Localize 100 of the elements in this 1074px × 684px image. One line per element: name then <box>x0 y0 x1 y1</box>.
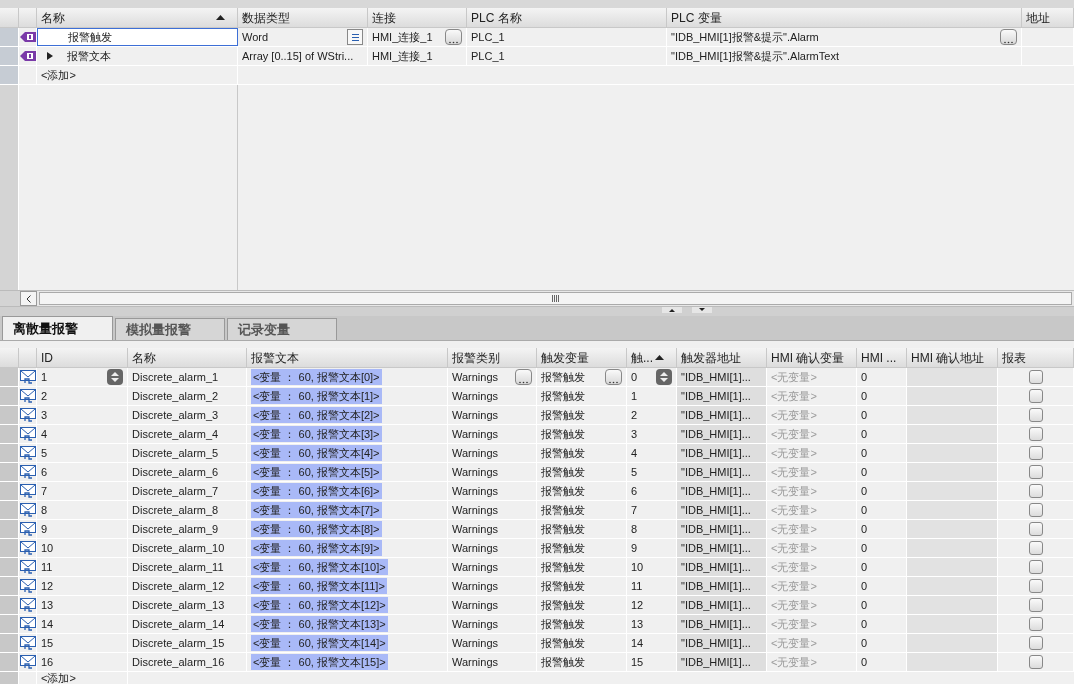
plc-name-cell: PLC_1 <box>467 28 667 46</box>
alarm-class-cell: Warnings <box>448 482 537 500</box>
row-header[interactable] <box>0 501 19 519</box>
row-header[interactable] <box>0 463 19 481</box>
browse-button[interactable] <box>515 369 532 385</box>
add-row-link[interactable]: <添加> <box>37 672 128 684</box>
add-row-link[interactable]: <添加> <box>37 66 238 84</box>
row-header[interactable] <box>0 539 19 557</box>
column-header[interactable]: PLC 名称 <box>467 8 667 27</box>
row-header[interactable] <box>0 368 19 386</box>
tab[interactable]: 模拟量报警 <box>115 318 225 340</box>
report-checkbox[interactable] <box>1028 389 1043 403</box>
column-header[interactable]: PLC 变量 <box>667 8 1022 27</box>
alarm-icon <box>19 446 36 460</box>
row-header[interactable] <box>0 482 19 500</box>
tag-name-cell[interactable]: 报警触发 <box>37 28 238 46</box>
alarm-class-cell: Warnings <box>448 368 537 386</box>
column-header[interactable]: 名称 <box>128 348 247 367</box>
ellipsis-icon <box>1004 41 1013 44</box>
alarm-name-cell: Discrete_alarm_8 <box>128 501 247 519</box>
list-button[interactable] <box>347 29 363 45</box>
row-header[interactable] <box>0 425 19 443</box>
collapse-up-icon[interactable] <box>662 307 682 313</box>
report-checkbox[interactable] <box>1028 560 1043 574</box>
row-header[interactable] <box>0 558 19 576</box>
trigger-address-cell: "IDB_HMI[1]... <box>677 406 767 424</box>
tab[interactable]: 记录变量 <box>227 318 337 340</box>
row-header[interactable] <box>0 444 19 462</box>
column-header[interactable]: 触发器地址 <box>677 348 767 367</box>
column-header[interactable]: 触... <box>627 348 677 367</box>
ack-tag-cell: <无变量> <box>767 539 857 557</box>
row-header[interactable] <box>0 406 19 424</box>
row-header[interactable] <box>0 653 19 671</box>
column-header[interactable]: 名称 <box>37 8 238 27</box>
trigger-tag-cell: 报警触发 <box>537 425 627 443</box>
trigger-address-cell: "IDB_HMI[1]... <box>677 539 767 557</box>
report-checkbox[interactable] <box>1028 655 1043 669</box>
alarm-name-cell: Discrete_alarm_16 <box>128 653 247 671</box>
report-checkbox[interactable] <box>1028 484 1043 498</box>
id-cell: 11 <box>37 558 128 576</box>
row-header[interactable] <box>0 520 19 538</box>
column-header[interactable]: HMI ... <box>857 348 907 367</box>
column-header[interactable]: 报表 <box>998 348 1074 367</box>
report-checkbox[interactable] <box>1028 636 1043 650</box>
tab[interactable]: 离散量报警 <box>2 316 113 340</box>
ack-tag-cell: <无变量> <box>767 596 857 614</box>
ack-tag-cell: <无变量> <box>767 653 857 671</box>
report-checkbox[interactable] <box>1028 541 1043 555</box>
trigger-address-cell: "IDB_HMI[1]... <box>677 615 767 633</box>
id-cell: 10 <box>37 539 128 557</box>
trigger-tag-cell: 报警触发 <box>537 463 627 481</box>
column-header[interactable]: 触发变量 <box>537 348 627 367</box>
report-checkbox[interactable] <box>1028 617 1043 631</box>
scroll-left-button[interactable] <box>20 291 37 306</box>
collapse-down-icon[interactable] <box>692 307 712 313</box>
report-checkbox[interactable] <box>1028 503 1043 517</box>
browse-button[interactable] <box>1000 29 1017 45</box>
alarm-icon <box>19 598 36 612</box>
report-checkbox[interactable] <box>1028 598 1043 612</box>
scrollbar-thumb[interactable] <box>39 292 1072 305</box>
column-header[interactable]: HMI 确认地址 <box>907 348 998 367</box>
alarm-class-cell: Warnings <box>448 558 537 576</box>
expand-icon[interactable] <box>47 52 53 60</box>
column-header[interactable]: 连接 <box>368 8 467 27</box>
trigger-tag-cell: 报警触发 <box>537 634 627 652</box>
column-header[interactable]: 数据类型 <box>238 8 368 27</box>
alarm-icon <box>19 522 36 536</box>
alarm-name-cell: Discrete_alarm_10 <box>128 539 247 557</box>
alarm-name-cell: Discrete_alarm_9 <box>128 520 247 538</box>
column-header[interactable]: 报警类别 <box>448 348 537 367</box>
report-checkbox[interactable] <box>1028 446 1043 460</box>
row-header[interactable] <box>0 387 19 405</box>
report-checkbox[interactable] <box>1028 408 1043 422</box>
row-header[interactable] <box>0 596 19 614</box>
alarm-class-cell: Warnings <box>448 596 537 614</box>
chevron-left-icon <box>26 294 31 303</box>
row-header[interactable] <box>0 615 19 633</box>
spinner-button[interactable] <box>656 369 672 385</box>
alarm-icon <box>19 617 36 631</box>
column-header[interactable]: 地址 <box>1022 8 1074 27</box>
browse-button[interactable] <box>605 369 622 385</box>
row-header[interactable] <box>0 634 19 652</box>
report-checkbox[interactable] <box>1028 370 1043 384</box>
trigger-tag-cell: 报警触发 <box>537 520 627 538</box>
trigger-address-cell: "IDB_HMI[1]... <box>677 653 767 671</box>
report-checkbox[interactable] <box>1028 522 1043 536</box>
column-header[interactable]: HMI 确认变量 <box>767 348 857 367</box>
report-checkbox[interactable] <box>1028 465 1043 479</box>
alarm-icon <box>19 389 36 403</box>
row-header[interactable] <box>0 577 19 595</box>
report-checkbox[interactable] <box>1028 427 1043 441</box>
id-cell: 7 <box>37 482 128 500</box>
column-header[interactable]: 报警文本 <box>247 348 448 367</box>
ellipsis-icon <box>519 381 528 384</box>
column-header[interactable]: ID <box>37 348 128 367</box>
row-header[interactable] <box>0 672 19 684</box>
spinner-button[interactable] <box>107 369 123 385</box>
tag-name-cell[interactable]: 报警文本 <box>37 47 238 65</box>
browse-button[interactable] <box>445 29 462 45</box>
report-checkbox[interactable] <box>1028 579 1043 593</box>
